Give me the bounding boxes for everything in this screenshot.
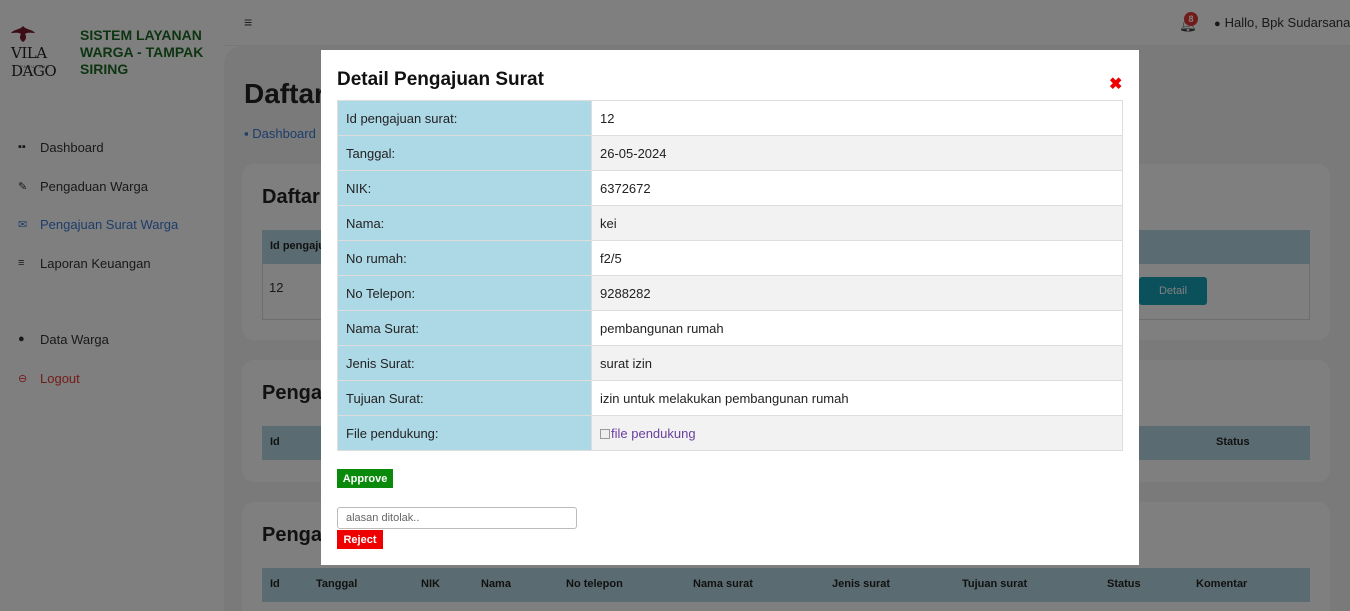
detail-row-nama-surat: Nama Surat: pembangunan rumah [337,310,1123,346]
detail-table: Id pengajuan surat: 12 Tanggal: 26-05-20… [337,100,1123,451]
detail-label: No rumah: [337,240,592,276]
detail-row-file-pendukung: File pendukung: file pendukung [337,415,1123,451]
modal-title: Detail Pengajuan Surat [337,69,544,90]
detail-value: izin untuk melakukan pembangunan rumah [591,380,1123,416]
detail-label: Id pengajuan surat: [337,100,592,136]
file-pendukung-link[interactable]: file pendukung [600,426,696,441]
detail-row-nik: NIK: 6372672 [337,170,1123,206]
close-icon[interactable]: ✖ [1109,74,1122,94]
detail-value: pembangunan rumah [591,310,1123,346]
detail-value: 26-05-2024 [591,135,1123,171]
detail-row-tujuan-surat: Tujuan Surat: izin untuk melakukan pemba… [337,380,1123,416]
detail-value: kei [591,205,1123,241]
detail-value: 6372672 [591,170,1123,206]
detail-value: file pendukung [591,415,1123,451]
broken-image-icon [600,428,610,439]
detail-label: Jenis Surat: [337,345,592,381]
detail-label: File pendukung: [337,415,592,451]
detail-label: Nama Surat: [337,310,592,346]
detail-row-jenis-surat: Jenis Surat: surat izin [337,345,1123,381]
detail-label: NIK: [337,170,592,206]
detail-value: 9288282 [591,275,1123,311]
detail-row-no-telepon: No Telepon: 9288282 [337,275,1123,311]
detail-label: Nama: [337,205,592,241]
detail-value: f2/5 [591,240,1123,276]
detail-value: surat izin [591,345,1123,381]
detail-label: Tanggal: [337,135,592,171]
file-pendukung-alt-text: file pendukung [611,425,696,441]
detail-label: Tujuan Surat: [337,380,592,416]
detail-modal: Detail Pengajuan Surat ✖ Id pengajuan su… [321,50,1139,565]
detail-row-no-rumah: No rumah: f2/5 [337,240,1123,276]
detail-row-tanggal: Tanggal: 26-05-2024 [337,135,1123,171]
detail-value: 12 [591,100,1123,136]
reject-button[interactable]: Reject [337,530,383,549]
detail-row-id: Id pengajuan surat: 12 [337,100,1123,136]
detail-row-nama: Nama: kei [337,205,1123,241]
approve-button[interactable]: Approve [337,469,393,488]
detail-label: No Telepon: [337,275,592,311]
rejection-reason-input[interactable] [337,507,577,529]
